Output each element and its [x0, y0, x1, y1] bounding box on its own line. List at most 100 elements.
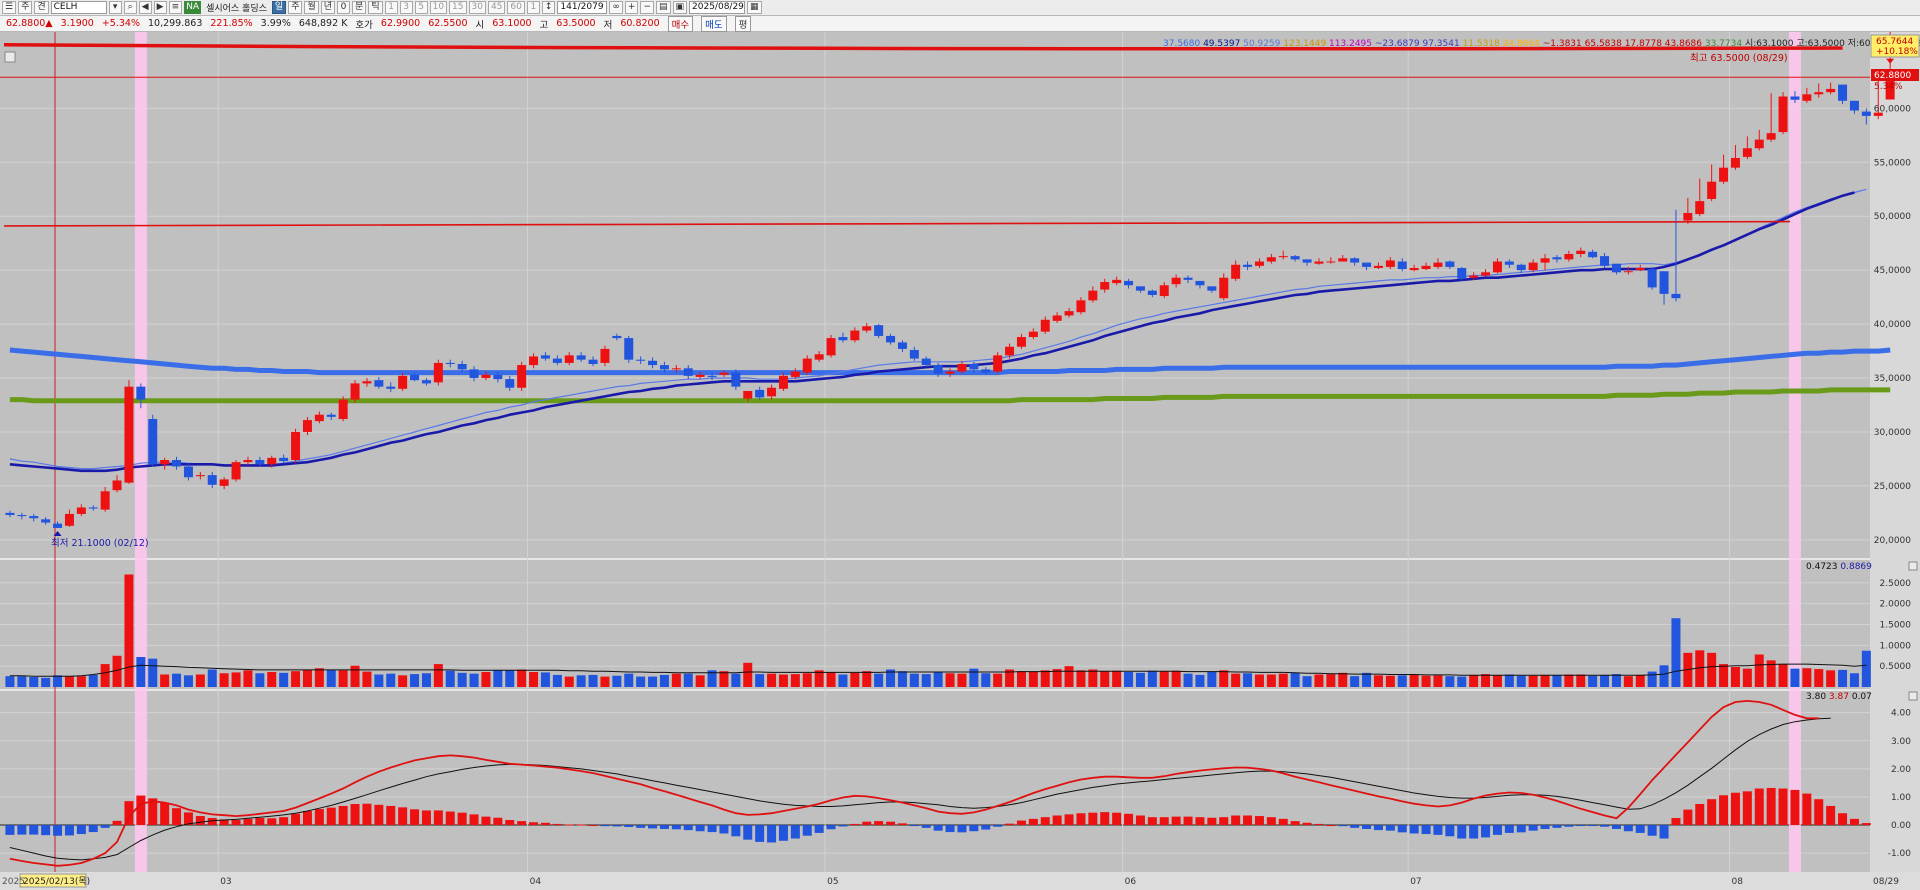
candle-body [957, 363, 967, 372]
candle-body [1838, 84, 1848, 101]
macd-histogram-bar [457, 812, 467, 826]
macd-histogram-bar [160, 802, 170, 826]
volume-bar [909, 673, 919, 687]
volume-bar [826, 672, 836, 687]
price-tick-label: 60,0000 [1874, 104, 1911, 114]
macd-histogram-bar [1481, 825, 1491, 838]
volume-bar [88, 674, 98, 687]
minute-30[interactable]: 30 [468, 1, 486, 14]
minute-45[interactable]: 45 [487, 1, 506, 14]
macd-histogram-bar [64, 825, 74, 836]
legend-value: 37.5680 [1163, 39, 1200, 49]
volume-bar [41, 677, 51, 687]
candle-body [469, 369, 479, 379]
macd-histogram-bar [1552, 825, 1562, 828]
previous-symbol-button[interactable]: ◀ [138, 1, 152, 14]
menu-icon[interactable]: ☰ [2, 1, 17, 14]
macd-histogram-bar [1314, 823, 1324, 826]
candle-body [481, 374, 491, 379]
minute-60[interactable]: 60 [507, 1, 525, 14]
macd-histogram-bar [1445, 825, 1455, 837]
date-field[interactable]: 2025/08/29 [689, 1, 746, 14]
volume-bar [552, 674, 562, 687]
print-icon[interactable]: ▤ [656, 1, 671, 14]
timeframe-zero[interactable]: 0 [337, 1, 351, 14]
candle-body [1552, 257, 1562, 260]
symbol-list-icon[interactable]: ≡ [168, 1, 183, 14]
volume-bar [659, 674, 669, 687]
macd-histogram-bar [1802, 793, 1812, 826]
candle-body [1849, 100, 1859, 111]
candle-body [1528, 262, 1538, 271]
volume-bar [874, 673, 884, 687]
chart-area[interactable]: 20,0000 25,0000 30,0000 35,0000 40,0000 45,00… [0, 32, 1920, 890]
volume-readout: 0.4723 0.8869 [1806, 562, 1872, 572]
minute-3[interactable]: 3 [399, 1, 413, 14]
macd-histogram-bar [1112, 812, 1122, 826]
period-select[interactable]: 주 [18, 1, 33, 14]
minute-10[interactable]: 10 [429, 1, 448, 14]
quote-label: 호가 [355, 19, 373, 31]
timeframe-minute[interactable]: 분 [352, 1, 367, 14]
cursor-date: 2025/02/13(목) [23, 876, 90, 887]
price-tick-label: 45,0000 [1874, 266, 1911, 276]
period-type-select[interactable]: 견 [34, 1, 49, 14]
buy-button[interactable]: 매수 [667, 15, 694, 32]
volume-panel-close-icon[interactable] [1908, 561, 1918, 571]
zoom-in-icon[interactable]: + [624, 1, 639, 14]
macd-histogram-bar [291, 813, 301, 826]
event-highlight-column [134, 32, 147, 872]
zoom-out-icon[interactable]: − [640, 1, 654, 14]
volume-bar [172, 673, 182, 687]
next-symbol-button[interactable]: ▶ [153, 1, 167, 14]
candle-body [136, 386, 146, 400]
candle-body [1861, 111, 1871, 116]
macd-histogram-bar [1397, 825, 1407, 833]
link-icon[interactable]: ∞ [609, 1, 623, 14]
volume-ratio: 221.85% [210, 18, 253, 29]
candle-body [648, 360, 658, 366]
candle-body [826, 338, 836, 356]
minute-15[interactable]: 15 [449, 1, 467, 14]
timeframe-tick[interactable]: 틱 [368, 1, 383, 14]
macd-histogram-bar [374, 804, 384, 826]
volume-bar [1826, 670, 1836, 687]
volume-bar [1814, 669, 1824, 687]
candle-body [886, 335, 896, 343]
macd-histogram-bar [1766, 787, 1776, 826]
balance-button[interactable]: 평 [734, 15, 752, 32]
timeframe-month[interactable]: 월 [304, 1, 319, 14]
price-change: 3.1900 [60, 18, 94, 29]
volume-bar [529, 672, 539, 687]
symbol-dropdown-icon[interactable]: ▾ [108, 1, 122, 14]
calendar-icon[interactable]: ▦ [747, 1, 762, 14]
search-icon[interactable]: ⌕ [123, 1, 137, 14]
volume-bar [862, 671, 872, 687]
volume-bar [160, 674, 170, 687]
macd-panel-close-icon[interactable] [1908, 691, 1918, 701]
timeframe-week[interactable]: 주 [288, 1, 303, 14]
volume-readout-a: 0.4723 [1806, 562, 1838, 572]
bar-count-field[interactable]: 141/2079 [557, 1, 608, 14]
timeframe-day[interactable]: 일 [271, 1, 287, 14]
candle-body [29, 516, 39, 519]
candle-body [1290, 256, 1300, 260]
candle-body [1802, 94, 1812, 101]
macd-histogram-bar [1683, 809, 1693, 826]
macd-histogram-bar [350, 803, 360, 826]
macd-histogram-bar [362, 803, 372, 826]
minute-custom[interactable]: 1 [526, 1, 540, 14]
timeframe-year[interactable]: 년 [320, 1, 336, 14]
save-icon[interactable]: ▣ [672, 1, 688, 14]
macd-histogram-bar [588, 825, 598, 827]
minute-1[interactable]: 1 [384, 1, 398, 14]
candle-body [1219, 277, 1229, 299]
minute-5[interactable]: 5 [414, 1, 428, 14]
candle-body [529, 356, 539, 366]
sell-button[interactable]: 매도 [701, 15, 727, 32]
spinner-icon[interactable]: ↕ [541, 1, 556, 14]
symbol-input[interactable]: CELH [50, 1, 107, 14]
volume-bar [231, 672, 241, 687]
panel-settings-icon[interactable] [4, 51, 16, 63]
volume-bar [802, 673, 812, 687]
